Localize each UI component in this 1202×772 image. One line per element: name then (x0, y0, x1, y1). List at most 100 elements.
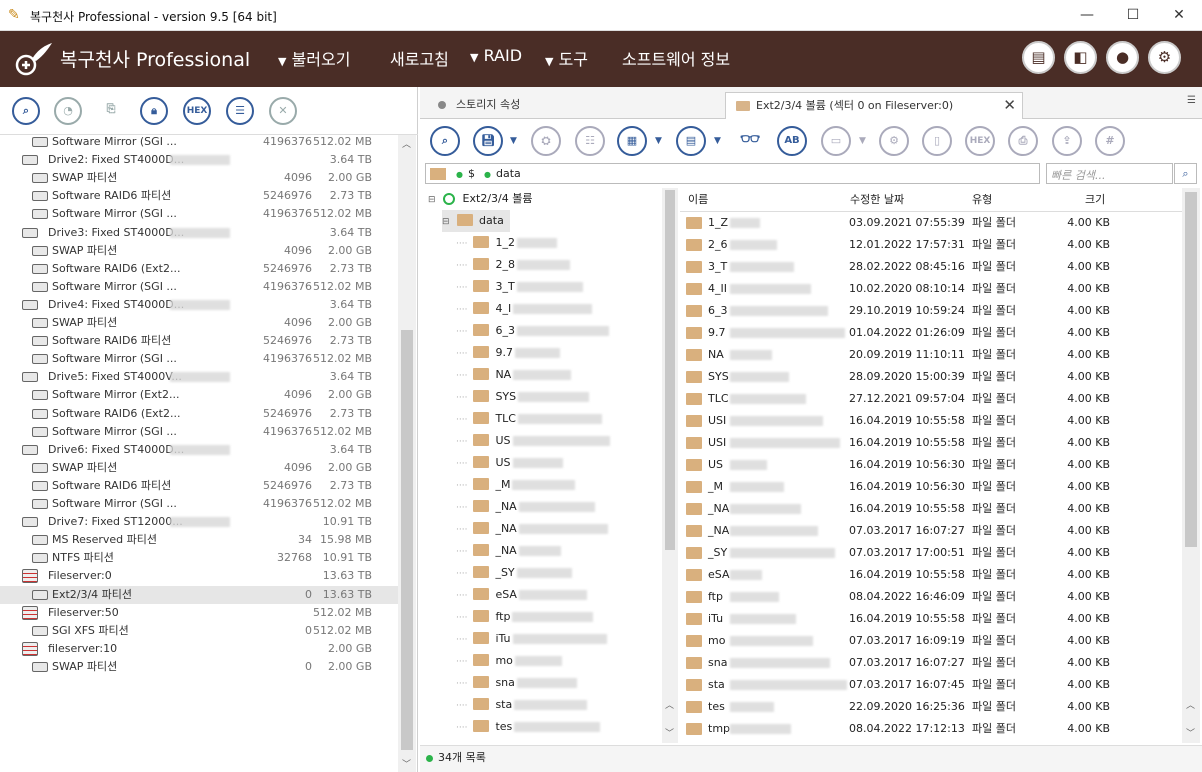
tree-partition[interactable]: SWAP 파티션 4096 2.00 GB (0, 169, 398, 187)
list-dropdown-icon[interactable]: ▼ (714, 136, 721, 146)
tree-drive[interactable]: Drive3: Fixed ST4000D... 3.64 TB (0, 224, 398, 242)
menu-tools[interactable]: ▼ 도구 (545, 46, 588, 70)
search-icon[interactable]: ⌕ (430, 126, 460, 156)
tree-folder[interactable]: ···· sna (456, 672, 577, 694)
tree-folder[interactable]: ···· _NA (456, 540, 561, 562)
list-item[interactable]: NA 20.09.2019 11:10:11 파일 폴더 4.00 KB (680, 344, 1182, 366)
tree-drive[interactable]: Drive6: Fixed ST4000D... 3.64 TB (0, 441, 398, 459)
list-item[interactable]: USI 16.04.2019 10:55:58 파일 폴더 4.00 KB (680, 432, 1182, 454)
list-item[interactable]: _M 16.04.2019 10:56:30 파일 폴더 4.00 KB (680, 476, 1182, 498)
tree-partition[interactable]: Software Mirror (SGI ... 4196376 512.02 MB (0, 350, 398, 368)
tree-folder[interactable]: ···· _M (456, 474, 576, 496)
quick-search-input[interactable]: 빠른 검색... (1046, 163, 1173, 184)
tab-ext-volume[interactable]: Ext2/3/4 볼륨 (섹터 0 on Fileserver:0) ✕ (725, 92, 1023, 119)
tree-folder[interactable]: ···· _SY (456, 562, 572, 584)
col-size[interactable]: 크기 (1085, 188, 1105, 212)
path-bar[interactable]: ● $ ● data (425, 163, 1040, 184)
tab-storage-properties[interactable]: 스토리지 속성 (426, 92, 724, 119)
tree-folder[interactable]: ···· US (456, 430, 610, 452)
list-item[interactable]: sna 07.03.2017 16:07:27 파일 폴더 4.00 KB (680, 652, 1182, 674)
tree-folder[interactable]: ···· eSA (456, 584, 587, 606)
tree-partition[interactable]: MS Reserved 파티션 34 15.98 MB (0, 531, 398, 549)
left-scroll-thumb[interactable] (401, 330, 413, 750)
list-item[interactable]: 1_Z 03.09.2021 07:55:39 파일 폴더 4.00 KB (680, 212, 1182, 234)
tree-partition[interactable]: Software RAID6 파티션 5246976 2.73 TB (0, 332, 398, 350)
tree-partition[interactable]: Software Mirror (SGI ... 4196376 512.02 MB (0, 423, 398, 441)
tree-folder[interactable]: ···· 4_I (456, 298, 593, 320)
tree-drive[interactable]: Drive2: Fixed ST4000D... 3.64 TB (0, 151, 398, 169)
view-dropdown-icon[interactable]: ▼ (655, 136, 662, 146)
save-icon[interactable]: 💾︎ (473, 126, 503, 156)
lock-icon[interactable]: 🔒︎ (140, 97, 168, 125)
tree-folder[interactable]: ···· _NA (456, 496, 595, 518)
view-icon[interactable]: ▦ (617, 126, 647, 156)
list-item[interactable]: _NA 07.03.2017 16:07:27 파일 폴더 4.00 KB (680, 520, 1182, 542)
tree-scrollbar[interactable]: ︿ ﹀ (662, 188, 678, 743)
tree-drive[interactable]: Drive5: Fixed ST4000V... 3.64 TB (0, 368, 398, 386)
minimize-button[interactable]: — (1064, 0, 1110, 31)
file-settings-icon[interactable]: ⚙ (879, 126, 909, 156)
drive-list-icon[interactable]: ▤ (1022, 41, 1055, 74)
tree-partition[interactable]: Software RAID6 (Ext2... 5246976 2.73 TB (0, 260, 398, 278)
file-icon[interactable]: ▯ (922, 126, 952, 156)
tree-partition[interactable]: NTFS 파티션 32768 10.91 TB (0, 549, 398, 567)
binoculars-icon[interactable]: 👓︎ (735, 126, 765, 156)
drive-icon[interactable]: ⎘ (97, 97, 125, 125)
tree-folder[interactable]: ···· 2_8 (456, 254, 570, 276)
hash-icon[interactable]: # (1095, 126, 1125, 156)
list-item[interactable]: 9.7 01.04.2022 01:26:09 파일 폴더 4.00 KB (680, 322, 1182, 344)
tree-root[interactable]: ⊟ Ext2/3/4 볼륨 (428, 188, 532, 210)
tree-partition[interactable]: Software Mirror (Ext2... 4096 2.00 GB (0, 386, 398, 404)
col-date[interactable]: 수정한 날짜 (850, 188, 904, 212)
tree-folder[interactable]: ···· iTu (456, 628, 607, 650)
tree-folder[interactable]: ···· TLC (456, 408, 602, 430)
col-name[interactable]: 이름 (688, 188, 708, 212)
tree-scroll-thumb[interactable] (665, 190, 675, 550)
list-scrollbar[interactable]: ︿ ﹀ (1182, 188, 1200, 743)
path-folder[interactable]: data (496, 167, 521, 180)
tab-menu-icon[interactable]: ☰ (1187, 95, 1196, 106)
image-icon[interactable]: ▭ (821, 126, 851, 156)
tree-folder[interactable]: ···· 6_3 (456, 320, 609, 342)
tree-drive[interactable]: Fileserver:0 13.63 TB (0, 567, 398, 585)
tree-folder[interactable]: ···· ftp (456, 606, 594, 628)
tree-drive[interactable]: Drive7: Fixed ST12000... 10.91 TB (0, 513, 398, 531)
hex-button[interactable]: HEX (183, 97, 211, 125)
list-item[interactable]: _SY 07.03.2017 17:00:51 파일 폴더 4.00 KB (680, 542, 1182, 564)
tree-partition[interactable]: Software RAID6 파티션 5246976 2.73 TB (0, 187, 398, 205)
search-icon[interactable]: ⌕ (12, 97, 40, 125)
tree-folder[interactable]: ···· tes (456, 716, 601, 738)
find-text-button[interactable]: AB (777, 126, 807, 156)
left-scrollbar[interactable]: ︿ ﹀ (398, 135, 416, 772)
search-icon[interactable]: ⌕ (1174, 163, 1197, 184)
list-item[interactable]: tes 22.09.2020 16:25:36 파일 폴더 4.00 KB (680, 696, 1182, 718)
tree-partition[interactable]: SWAP 파티션 4096 2.00 GB (0, 459, 398, 477)
tree-folder[interactable]: ···· mo (456, 650, 562, 672)
tree-folder[interactable]: ···· SYS (456, 386, 590, 408)
col-type[interactable]: 유형 (972, 188, 992, 212)
list-item[interactable]: iTu 16.04.2019 10:55:58 파일 폴더 4.00 KB (680, 608, 1182, 630)
list-item[interactable]: 3_T 28.02.2022 08:45:16 파일 폴더 4.00 KB (680, 256, 1182, 278)
tree-partition[interactable]: Ext2/3/4 파티션 0 13.63 TB (0, 585, 398, 604)
list-item[interactable]: US 16.04.2019 10:56:30 파일 폴더 4.00 KB (680, 454, 1182, 476)
list-item[interactable]: TLC 27.12.2021 09:57:04 파일 폴더 4.00 KB (680, 388, 1182, 410)
save-dropdown-icon[interactable]: ▼ (510, 136, 517, 146)
image-dropdown-icon[interactable]: ▼ (859, 136, 866, 146)
gear-icon[interactable]: ⚙ (1148, 41, 1181, 74)
list-item[interactable]: mo 07.03.2017 16:09:19 파일 폴더 4.00 KB (680, 630, 1182, 652)
close-icon[interactable]: ✕ (269, 97, 297, 125)
list-scroll-thumb[interactable] (1185, 192, 1197, 547)
list-item[interactable]: ftp 08.04.2022 16:46:09 파일 폴더 4.00 KB (680, 586, 1182, 608)
tree-drive[interactable]: Drive4: Fixed ST4000D... 3.64 TB (0, 296, 398, 314)
tree-folder[interactable]: ···· 1_2 (456, 232, 557, 254)
maximize-button[interactable]: ☐ (1110, 0, 1156, 31)
tree-partition[interactable]: SWAP 파티션 0 2.00 GB (0, 658, 398, 676)
list-item[interactable]: tmp 08.04.2022 17:12:13 파일 폴더 4.00 KB (680, 718, 1182, 740)
close-tab-icon[interactable]: ✕ (1003, 93, 1016, 118)
list-item[interactable]: _NA 16.04.2019 10:55:58 파일 폴더 4.00 KB (680, 498, 1182, 520)
panel-icon[interactable]: ◧ (1064, 41, 1097, 74)
export-icon[interactable]: ⇪ (1052, 126, 1082, 156)
tree-node-data[interactable]: ⊟ data (442, 210, 510, 232)
tree-partition[interactable]: Software Mirror (SGI ... 4196376 512.02 MB (0, 205, 398, 223)
list-item[interactable]: SYS 28.09.2020 15:00:39 파일 폴더 4.00 KB (680, 366, 1182, 388)
